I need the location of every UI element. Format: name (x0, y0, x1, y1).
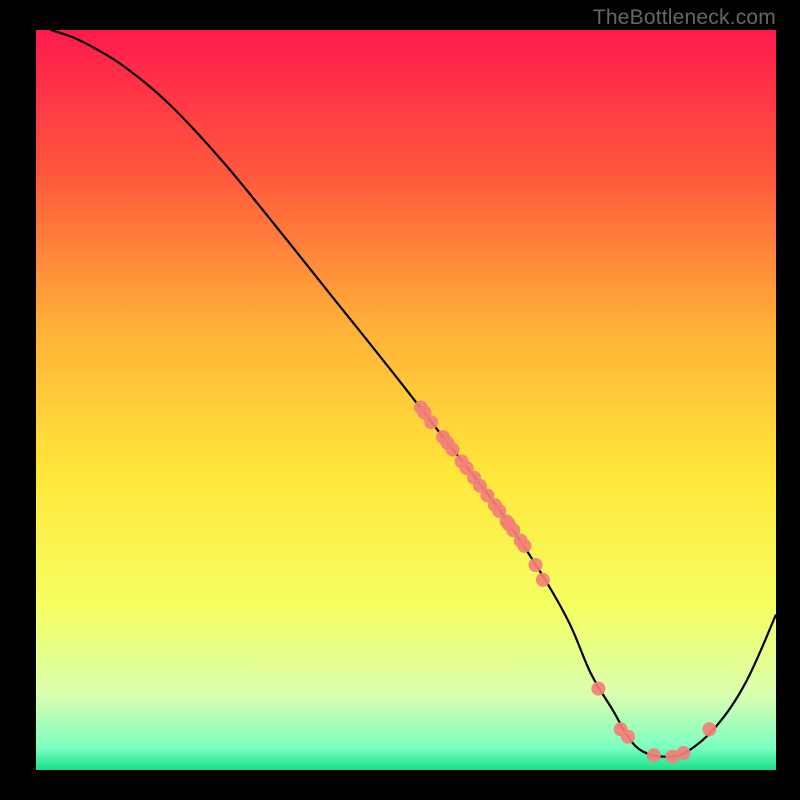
data-point (647, 748, 661, 762)
data-point (536, 573, 550, 587)
watermark-text: TheBottleneck.com (593, 6, 776, 30)
data-point (621, 730, 635, 744)
data-point (529, 558, 543, 572)
data-point (446, 443, 460, 457)
data-point (424, 415, 438, 429)
data-point (591, 682, 605, 696)
chart-frame: TheBottleneck.com (0, 0, 800, 800)
data-point (517, 539, 531, 553)
chart-svg (36, 30, 776, 770)
plot-area (36, 30, 776, 770)
gradient-background (36, 30, 776, 770)
data-point (702, 722, 716, 736)
data-point (677, 746, 691, 760)
